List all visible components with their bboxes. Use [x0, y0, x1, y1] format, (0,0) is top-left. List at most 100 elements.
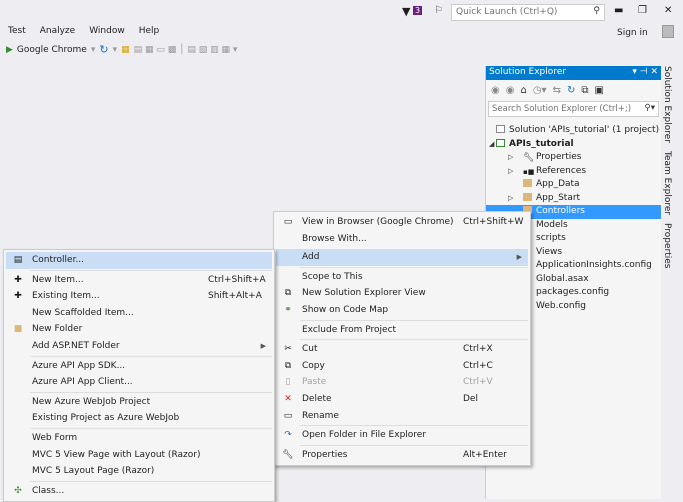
back-icon[interactable]: ◉ — [491, 85, 500, 96]
sync-icon[interactable]: ⇆ — [553, 85, 561, 96]
menu-test[interactable]: Test — [8, 26, 26, 36]
shortcut: Ctrl+X — [463, 344, 493, 355]
label: Class... — [32, 485, 65, 496]
collapsed-arrow-icon[interactable]: ▷ — [508, 165, 513, 179]
show-all-icon[interactable]: ▣ — [595, 85, 604, 96]
node-label: packages.config — [536, 287, 610, 297]
controller-icon: ▤ — [13, 255, 23, 265]
label: View in Browser (Google Chrome) — [302, 217, 454, 227]
feedback-icon[interactable]: ⚐ — [434, 5, 443, 16]
new-folder-icon: ■ — [13, 324, 23, 335]
add-submenu: ▤ Controller... ✚ New Item... Ctrl+Shift+A … — [3, 249, 275, 502]
quick-launch-input[interactable]: Quick Launch (Ctrl+Q) ⚲ — [451, 4, 605, 21]
submenu-item-class[interactable]: ✣ Class... — [6, 483, 272, 500]
submenu-item-mvc-view[interactable]: MVC 5 View Page with Layout (Razor) — [6, 447, 272, 464]
submenu-item-web-form[interactable]: Web Form — [6, 430, 272, 447]
panel-controls[interactable]: ▾ ⊣ ✕ — [632, 67, 658, 79]
node-label: References — [536, 165, 587, 176]
menu-item-exclude[interactable]: Exclude From Project — [276, 322, 528, 339]
close-button[interactable]: ✕ — [664, 5, 672, 16]
submenu-item-scaffolded[interactable]: New Scaffolded Item... — [6, 305, 272, 322]
node-label: Controllers — [536, 206, 585, 216]
label: Azure API App Client... — [32, 377, 133, 388]
submenu-arrow-icon: ▶ — [260, 341, 266, 350]
label: New Folder — [32, 324, 83, 335]
menu-item-view-in-browser[interactable]: ▭ View in Browser (Google Chrome) Ctrl+Shi… — [276, 214, 528, 231]
submenu-item-azure-sdk[interactable]: Azure API App SDK... — [6, 358, 272, 375]
menu-analyze[interactable]: Analyze — [40, 26, 75, 36]
notification-badge[interactable]: 3 — [413, 6, 423, 15]
refresh-icon[interactable]: ↻ — [99, 43, 108, 56]
avatar[interactable] — [662, 25, 674, 38]
toolbar: ▶ Google Chrome ▾ ↻ ▾ ▦ ▤ ▦ ▭ ▩ │ ▤ ▧ ▥ … — [6, 43, 237, 56]
tab-team-explorer[interactable]: Team Explorer — [662, 151, 672, 215]
tree-node-properties[interactable]: ▷ 🔧︎ Properties — [486, 151, 661, 165]
menu-item-open-folder[interactable]: ↷ Open Folder in File Explorer — [276, 427, 528, 444]
shortcut: Alt+Enter — [463, 449, 507, 460]
tree-node-app-start[interactable]: ▷ App_Start — [486, 192, 661, 206]
node-label: App_Data — [536, 179, 580, 189]
existing-item-icon: ✚ — [14, 291, 22, 302]
filter-icon[interactable]: ▼ — [402, 5, 410, 18]
menu-item-rename[interactable]: ▭ Rename — [276, 408, 528, 425]
collapsed-arrow-icon[interactable]: ▷ — [508, 192, 513, 206]
chevron-down-icon[interactable]: ▾ — [113, 45, 118, 55]
expanded-arrow-icon[interactable]: ◢ — [489, 138, 494, 152]
solution-explorer-toolbar: ◉ ◉ ⌂ ◷▾ ⇆ ↻ ⧉ ▣ — [486, 80, 661, 100]
menu-item-add[interactable]: Add ▶ — [276, 249, 528, 266]
chevron-down-icon[interactable]: ▾ — [91, 45, 96, 55]
minimize-button[interactable]: ▬ — [614, 5, 623, 16]
forward-icon[interactable]: ◉ — [506, 85, 515, 96]
submenu-item-new-webjob[interactable]: New Azure WebJob Project — [6, 394, 272, 411]
tree-node-app-data[interactable]: App_Data — [486, 178, 661, 192]
refresh-icon[interactable]: ↻ — [567, 85, 575, 96]
menu-item-browse-with[interactable]: Browse With... — [276, 231, 528, 248]
submenu-item-existing-item[interactable]: ✚ Existing Item... Shift+Alt+A — [6, 288, 272, 305]
menu-window[interactable]: Window — [89, 26, 125, 36]
submenu-item-controller[interactable]: ▤ Controller... — [6, 252, 272, 269]
tree-node-references[interactable]: ▷ ▪■ References — [486, 165, 661, 179]
menu-item-new-se-view[interactable]: ⧉ New Solution Explorer View — [276, 285, 528, 302]
menu-item-scope-to-this[interactable]: Scope to This — [276, 269, 528, 286]
tab-properties[interactable]: Properties — [662, 223, 672, 268]
run-target-dropdown[interactable]: Google Chrome — [17, 45, 87, 55]
node-label: Solution 'APIs_tutorial' (1 project) — [509, 125, 660, 135]
menu-item-properties[interactable]: 🔧︎ Properties Alt+Enter — [276, 447, 528, 464]
tab-solution-explorer[interactable]: Solution Explorer — [662, 66, 672, 143]
open-folder-icon: ↷ — [284, 430, 292, 441]
shortcut: Shift+Alt+A — [208, 291, 262, 302]
tree-node-project[interactable]: ◢ APIs_tutorial — [486, 138, 661, 152]
solution-search-input[interactable]: Search Solution Explorer (Ctrl+;) ⚲▾ — [488, 101, 659, 117]
label: MVC 5 View Page with Layout (Razor) — [32, 449, 201, 460]
menu-item-paste[interactable]: ▯ Paste Ctrl+V — [276, 374, 528, 391]
tree-node-solution[interactable]: Solution 'APIs_tutorial' (1 project) — [486, 124, 661, 138]
submenu-item-mvc-layout[interactable]: MVC 5 Layout Page (Razor) — [6, 463, 272, 480]
menu-item-cut[interactable]: ✂ Cut Ctrl+X — [276, 341, 528, 358]
history-icon[interactable]: ◷▾ — [533, 85, 547, 96]
submenu-item-new-folder[interactable]: ■ New Folder — [6, 321, 272, 338]
copy-icon: ⧉ — [284, 360, 292, 371]
submenu-item-new-item[interactable]: ✚ New Item... Ctrl+Shift+A — [6, 272, 272, 289]
submenu-item-aspnet-folder[interactable]: Add ASP.NET Folder ▶ — [6, 338, 272, 355]
menu-item-delete[interactable]: ✕ Delete Del — [276, 391, 528, 408]
play-icon[interactable]: ▶ — [6, 45, 13, 55]
submenu-item-azure-client[interactable]: Azure API App Client... — [6, 374, 272, 391]
node-label: scripts — [536, 233, 566, 243]
solution-explorer-header: Solution Explorer ▾ ⊣ ✕ — [486, 66, 661, 80]
menu-item-copy[interactable]: ⧉ Copy Ctrl+C — [276, 358, 528, 375]
submenu-item-existing-webjob[interactable]: Existing Project as Azure WebJob — [6, 410, 272, 427]
collapse-icon[interactable]: ⧉ — [581, 85, 588, 96]
shortcut: Ctrl+Shift+W — [463, 217, 524, 227]
label: Add — [302, 252, 320, 263]
label: New Solution Explorer View — [302, 288, 426, 299]
sign-in-link[interactable]: Sign in — [617, 28, 648, 38]
home-icon[interactable]: ⌂ — [520, 85, 526, 96]
collapsed-arrow-icon[interactable]: ▷ — [508, 151, 513, 165]
menu-item-show-on-code-map[interactable]: ⚭ Show on Code Map — [276, 302, 528, 319]
class-icon: ✣ — [14, 485, 22, 496]
menu-help[interactable]: Help — [139, 26, 160, 36]
label: Add ASP.NET Folder — [32, 340, 120, 351]
wrench-icon: 🔧︎ — [523, 153, 535, 163]
restore-button[interactable]: ❐ — [638, 5, 647, 16]
find-icon[interactable]: ▦ — [121, 45, 130, 55]
